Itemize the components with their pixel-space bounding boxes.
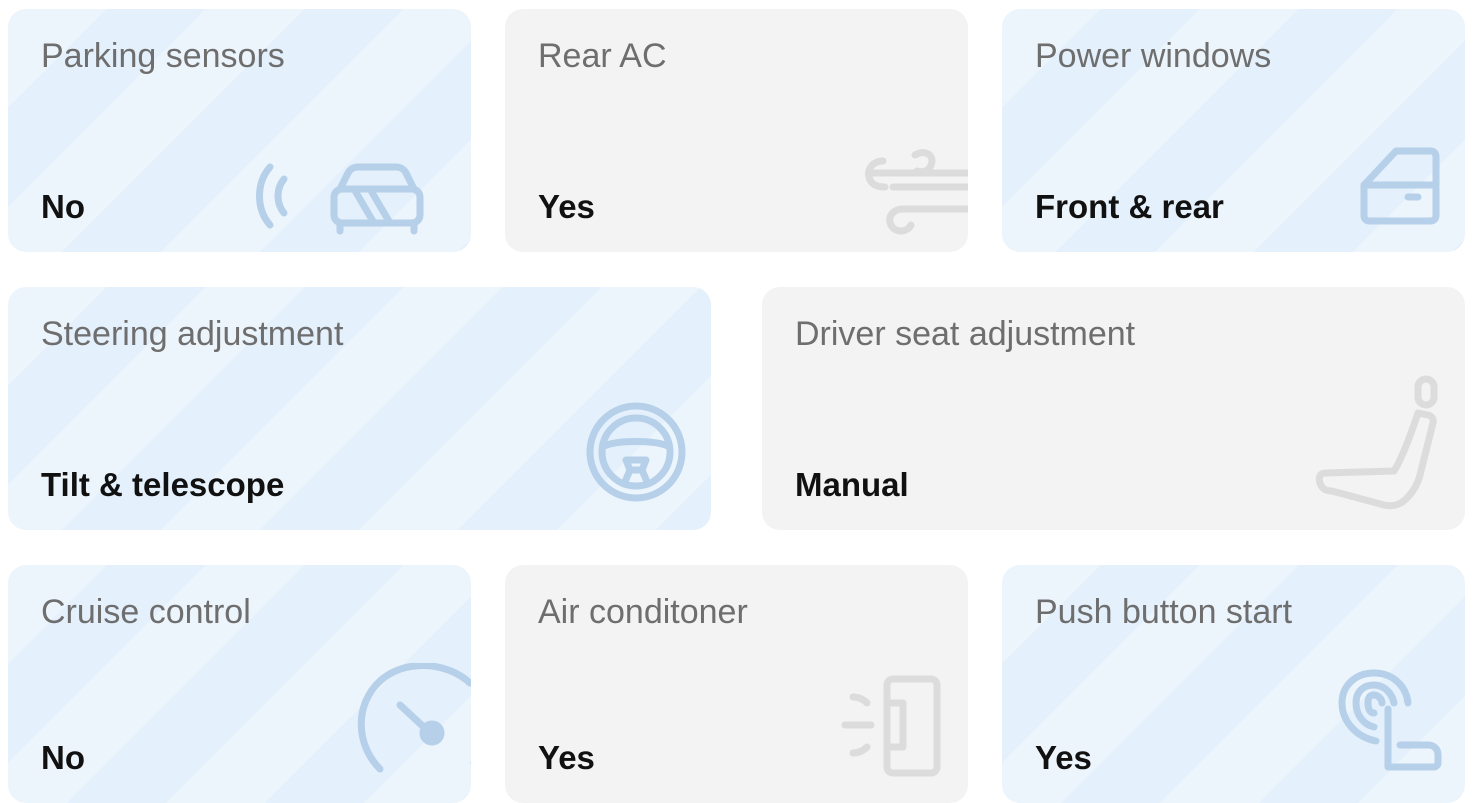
- feature-value: Yes: [1035, 739, 1092, 776]
- feature-title: Power windows: [1035, 37, 1272, 75]
- feature-card-driver-seat-adjustment: Driver seat adjustment Manual: [762, 287, 1465, 530]
- feature-value: No: [41, 188, 85, 225]
- feature-card-air-conditioner: Air conditoner Yes: [505, 565, 968, 803]
- air-conditioner-icon: [841, 675, 945, 784]
- feature-title: Rear AC: [538, 37, 667, 75]
- feature-value: Tilt & telescope: [41, 466, 285, 503]
- car-seat-icon: [1314, 375, 1442, 516]
- feature-value: No: [41, 739, 85, 776]
- feature-card-power-windows: Power windows Front & rear: [1002, 9, 1465, 252]
- car-door-icon: [1360, 145, 1442, 232]
- feature-title: Air conditoner: [538, 593, 748, 631]
- speedometer-icon: [350, 662, 471, 788]
- steering-wheel-icon: [584, 400, 688, 509]
- feature-card-push-button-start: Push button start Yes: [1002, 565, 1465, 803]
- feature-card-steering-adjustment: Steering adjustment Tilt & telescope: [8, 287, 711, 530]
- feature-value: Manual: [795, 466, 909, 503]
- wind-icon: [863, 147, 968, 242]
- feature-title: Push button start: [1035, 593, 1293, 631]
- feature-title: Cruise control: [41, 593, 251, 631]
- parking-sensor-icon: [244, 159, 424, 244]
- feature-card-cruise-control: Cruise control No: [8, 565, 471, 803]
- feature-card-parking-sensors: Parking sensors No: [8, 9, 471, 252]
- feature-value: Yes: [538, 188, 595, 225]
- feature-title: Steering adjustment: [41, 315, 344, 353]
- push-button-start-icon: [1338, 669, 1444, 780]
- feature-title: Parking sensors: [41, 37, 285, 75]
- feature-card-rear-ac: Rear AC Yes: [505, 9, 968, 252]
- feature-value: Front & rear: [1035, 188, 1224, 225]
- feature-title: Driver seat adjustment: [795, 315, 1136, 353]
- feature-value: Yes: [538, 739, 595, 776]
